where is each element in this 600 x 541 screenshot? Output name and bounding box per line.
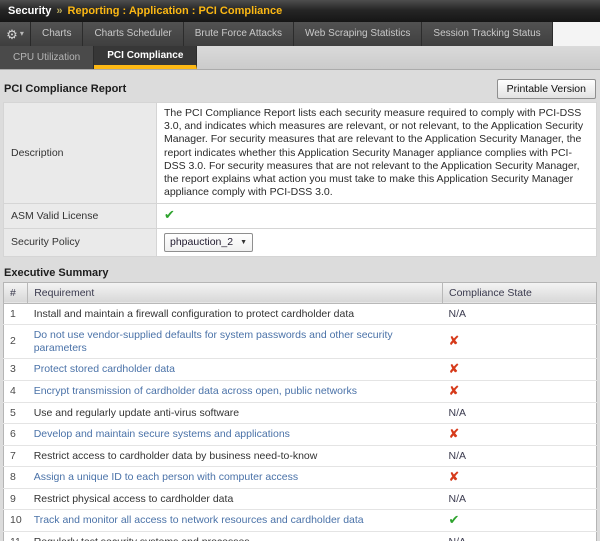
executive-summary-title: Executive Summary — [4, 267, 596, 279]
secondary-tab-bar: CPU Utilization PCI Compliance — [0, 46, 600, 70]
chevron-down-icon: ▾ — [20, 30, 24, 38]
requirement-text: Restrict physical access to cardholder d… — [34, 493, 234, 505]
asm-valid-license-label: ASM Valid License — [4, 204, 157, 228]
tab-brute-force-attacks[interactable]: Brute Force Attacks — [184, 22, 294, 46]
row-number: 4 — [4, 380, 28, 402]
table-row: 5 Use and regularly update anti-virus so… — [4, 402, 597, 423]
requirement-link[interactable]: Assign a unique ID to each person with c… — [34, 471, 298, 483]
row-number: 10 — [4, 509, 28, 531]
requirement-text: Use and regularly update anti-virus soft… — [34, 407, 239, 419]
printable-version-button[interactable]: Printable Version — [497, 79, 596, 99]
row-number: 3 — [4, 358, 28, 380]
table-row: 3 Protect stored cardholder data ✘ — [4, 358, 597, 380]
row-number: 1 — [4, 303, 28, 324]
row-number: 7 — [4, 445, 28, 466]
asm-valid-license-row: ASM Valid License ✔ — [4, 204, 597, 228]
requirement-link[interactable]: Develop and maintain secure systems and … — [34, 428, 290, 440]
breadcrumb: Security » Reporting : Application : PCI C… — [0, 0, 600, 22]
row-number: 9 — [4, 488, 28, 509]
compliance-state-fail-icon: ✘ — [449, 361, 460, 376]
primary-tab-bar: ⚙ ▾ Charts Charts Scheduler Brute Force … — [0, 22, 600, 46]
tab-cpu-utilization[interactable]: CPU Utilization — [0, 46, 94, 69]
gear-icon: ⚙ — [6, 28, 18, 41]
select-arrow-icon: ▼ — [240, 236, 247, 249]
row-number: 6 — [4, 423, 28, 445]
breadcrumb-separator-icon: » — [56, 5, 62, 17]
tab-session-tracking-status[interactable]: Session Tracking Status — [422, 22, 552, 46]
column-header-requirement: Requirement — [28, 282, 443, 303]
requirement-link[interactable]: Protect stored cardholder data — [34, 363, 175, 375]
tab-charts-scheduler[interactable]: Charts Scheduler — [83, 22, 183, 46]
report-header: PCI Compliance Report Printable Version — [4, 78, 596, 99]
check-icon: ✔ — [164, 207, 175, 222]
security-policy-label: Security Policy — [4, 228, 157, 256]
compliance-state-fail-icon: ✘ — [449, 469, 460, 484]
security-policy-value: phpauction_2 — [170, 236, 233, 249]
breadcrumb-section[interactable]: Security — [8, 5, 51, 17]
compliance-state: N/A — [449, 308, 467, 320]
description-row: Description The PCI Compliance Report li… — [4, 103, 597, 204]
compliance-state-pass-icon: ✔ — [449, 512, 460, 527]
tab-pci-compliance[interactable]: PCI Compliance — [94, 46, 197, 69]
table-row: 7 Restrict access to cardholder data by … — [4, 445, 597, 466]
table-row: 2 Do not use vendor-supplied defaults fo… — [4, 324, 597, 358]
table-header-row: # Requirement Compliance State — [4, 282, 597, 303]
table-row: 6 Develop and maintain secure systems an… — [4, 423, 597, 445]
table-row: 10 Track and monitor all access to netwo… — [4, 509, 597, 531]
requirement-link[interactable]: Encrypt transmission of cardholder data … — [34, 385, 357, 397]
column-header-num: # — [4, 282, 28, 303]
compliance-state-fail-icon: ✘ — [449, 426, 460, 441]
table-row: 11 Regularly test security systems and p… — [4, 531, 597, 541]
description-label: Description — [4, 103, 157, 204]
compliance-state-fail-icon: ✘ — [449, 333, 460, 348]
requirement-text: Restrict access to cardholder data by bu… — [34, 450, 318, 462]
description-text: The PCI Compliance Report lists each sec… — [157, 103, 597, 204]
table-row: 1 Install and maintain a firewall config… — [4, 303, 597, 324]
compliance-state-fail-icon: ✘ — [449, 383, 460, 398]
table-row: 8 Assign a unique ID to each person with… — [4, 466, 597, 488]
executive-summary-table: # Requirement Compliance State 1 Install… — [3, 282, 597, 541]
tab-web-scraping-statistics[interactable]: Web Scraping Statistics — [294, 22, 422, 46]
requirement-link[interactable]: Do not use vendor-supplied defaults for … — [34, 329, 393, 354]
compliance-state: N/A — [449, 407, 467, 419]
row-number: 5 — [4, 402, 28, 423]
requirement-link[interactable]: Track and monitor all access to network … — [34, 514, 364, 526]
page-title: PCI Compliance Report — [4, 83, 126, 95]
requirement-text: Regularly test security systems and proc… — [34, 536, 250, 541]
compliance-state: N/A — [449, 450, 467, 462]
app-window: Security » Reporting : Application : PCI C… — [0, 0, 600, 541]
breadcrumb-path: Reporting : Application : PCI Compliance — [68, 5, 283, 17]
report-info-table: Description The PCI Compliance Report li… — [3, 102, 597, 257]
row-number: 8 — [4, 466, 28, 488]
row-number: 2 — [4, 324, 28, 358]
row-number: 11 — [4, 531, 28, 541]
table-row: 4 Encrypt transmission of cardholder dat… — [4, 380, 597, 402]
tab-charts[interactable]: Charts — [31, 22, 83, 46]
requirement-text: Install and maintain a firewall configur… — [34, 308, 354, 320]
menu-gear-button[interactable]: ⚙ ▾ — [0, 22, 31, 46]
column-header-compliance-state: Compliance State — [443, 282, 597, 303]
main-content: PCI Compliance Report Printable Version … — [0, 70, 600, 541]
security-policy-select[interactable]: phpauction_2 ▼ — [164, 233, 253, 252]
compliance-state: N/A — [449, 493, 467, 505]
compliance-state: N/A — [449, 536, 467, 541]
security-policy-row: Security Policy phpauction_2 ▼ — [4, 228, 597, 256]
table-row: 9 Restrict physical access to cardholder… — [4, 488, 597, 509]
